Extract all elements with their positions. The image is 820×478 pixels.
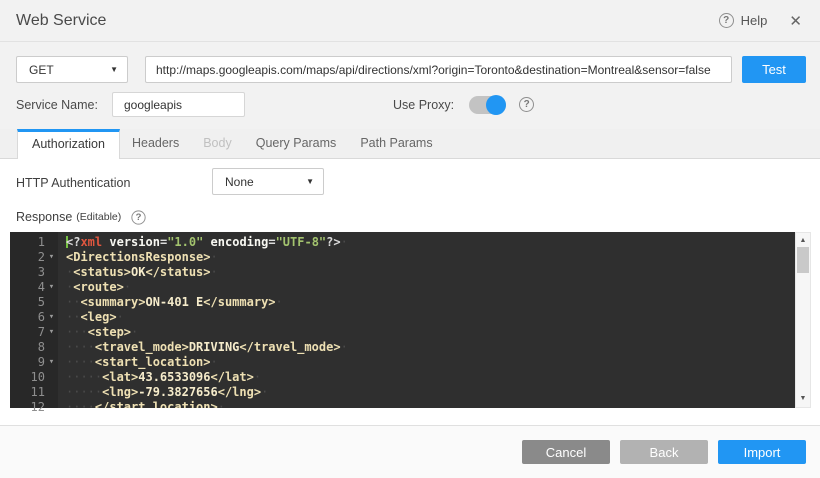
- fold-icon[interactable]: ▾: [45, 310, 58, 325]
- code-line: ·<route>: [66, 280, 795, 295]
- code-line: ····</start_location>: [66, 400, 795, 408]
- response-help-icon[interactable]: ?: [132, 210, 146, 224]
- code-line: ·<status>OK</status>: [66, 265, 795, 280]
- request-config-section: GET ▼ Test Service Name: Use Proxy: ?: [0, 42, 820, 129]
- chevron-down-icon: ▼: [110, 65, 118, 74]
- gutter-line: 9▾: [10, 355, 58, 370]
- chevron-down-icon: ▼: [306, 177, 314, 186]
- fold-spacer: [45, 235, 58, 250]
- web-service-dialog: Web Service ? Help ✕ GET ▼ Test Service …: [0, 0, 820, 478]
- http-method-select[interactable]: GET ▼: [16, 56, 128, 83]
- gutter-line: 8: [10, 340, 58, 355]
- service-name-label: Service Name:: [16, 98, 112, 112]
- use-proxy-toggle[interactable]: [469, 96, 506, 114]
- dialog-header: Web Service ? Help ✕: [0, 0, 820, 42]
- editor-scrollbar[interactable]: ▲ ▼: [795, 232, 811, 408]
- test-button[interactable]: Test: [742, 56, 806, 83]
- code-line: ··<leg>: [66, 310, 795, 325]
- fold-spacer: [45, 385, 58, 400]
- code-line: ·····<lat>43.6533096</lat>: [66, 370, 795, 385]
- fold-icon[interactable]: ▾: [45, 355, 58, 370]
- proxy-help-icon[interactable]: ?: [519, 97, 534, 112]
- fold-spacer: [45, 265, 58, 280]
- fold-icon[interactable]: ▾: [45, 325, 58, 340]
- page-title: Web Service: [16, 12, 719, 30]
- tab-query-params[interactable]: Query Params: [244, 129, 349, 159]
- fold-spacer: [45, 340, 58, 355]
- editor-gutter: 12▾34▾56▾7▾89▾101112: [10, 232, 58, 408]
- import-button[interactable]: Import: [718, 440, 806, 464]
- editor-code-area[interactable]: <?xml version="1.0" encoding="UTF-8"?><D…: [58, 232, 795, 408]
- tab-bar: AuthorizationHeadersBodyQuery ParamsPath…: [0, 129, 820, 159]
- http-authentication-select[interactable]: None ▼: [212, 168, 324, 195]
- dialog-footer: Cancel Back Import: [0, 425, 820, 478]
- gutter-line: 7▾: [10, 325, 58, 340]
- fold-icon[interactable]: ▾: [45, 280, 58, 295]
- back-button[interactable]: Back: [620, 440, 708, 464]
- gutter-line: 12: [10, 400, 58, 415]
- tab-headers[interactable]: Headers: [120, 129, 191, 159]
- code-line: ···<step>: [66, 325, 795, 340]
- authorization-panel: HTTP Authentication None ▼ Response (Edi…: [0, 159, 820, 425]
- scrollbar-down-icon[interactable]: ▼: [796, 394, 810, 404]
- toggle-knob: [486, 95, 506, 115]
- code-line: <?xml version="1.0" encoding="UTF-8"?>: [66, 235, 795, 250]
- fold-spacer: [45, 370, 58, 385]
- http-authentication-label: HTTP Authentication: [16, 176, 130, 190]
- help-icon[interactable]: ?: [719, 13, 734, 28]
- gutter-line: 6▾: [10, 310, 58, 325]
- code-line: ·····<lng>-79.3827656</lng>: [66, 385, 795, 400]
- code-line: ··<summary>ON-401 E</summary>: [66, 295, 795, 310]
- code-line: ····<travel_mode>DRIVING</travel_mode>: [66, 340, 795, 355]
- gutter-line: 11: [10, 385, 58, 400]
- response-editable-note: (Editable): [76, 211, 121, 223]
- response-code-editor[interactable]: 12▾34▾56▾7▾89▾101112 <?xml version="1.0"…: [10, 232, 811, 408]
- close-icon[interactable]: ✕: [789, 12, 802, 30]
- help-link[interactable]: Help: [741, 13, 768, 28]
- gutter-line: 2▾: [10, 250, 58, 265]
- fold-icon[interactable]: ▾: [45, 250, 58, 265]
- code-line: <DirectionsResponse>: [66, 250, 795, 265]
- gutter-line: 1: [10, 235, 58, 250]
- tab-path-params[interactable]: Path Params: [348, 129, 444, 159]
- tab-body: Body: [191, 129, 244, 159]
- response-label: Response: [16, 210, 72, 224]
- use-proxy-label: Use Proxy:: [393, 98, 454, 112]
- fold-spacer: [45, 295, 58, 310]
- url-input[interactable]: [145, 56, 732, 83]
- cancel-button[interactable]: Cancel: [522, 440, 610, 464]
- gutter-line: 5: [10, 295, 58, 310]
- scrollbar-up-icon[interactable]: ▲: [796, 236, 810, 246]
- scrollbar-thumb[interactable]: [797, 247, 809, 273]
- fold-spacer: [45, 400, 58, 415]
- service-name-input[interactable]: [112, 92, 245, 117]
- gutter-line: 3: [10, 265, 58, 280]
- http-method-value: GET: [29, 63, 54, 77]
- code-line: ····<start_location>: [66, 355, 795, 370]
- gutter-line: 10: [10, 370, 58, 385]
- tab-authorization[interactable]: Authorization: [17, 129, 120, 160]
- gutter-line: 4▾: [10, 280, 58, 295]
- http-authentication-value: None: [225, 175, 254, 189]
